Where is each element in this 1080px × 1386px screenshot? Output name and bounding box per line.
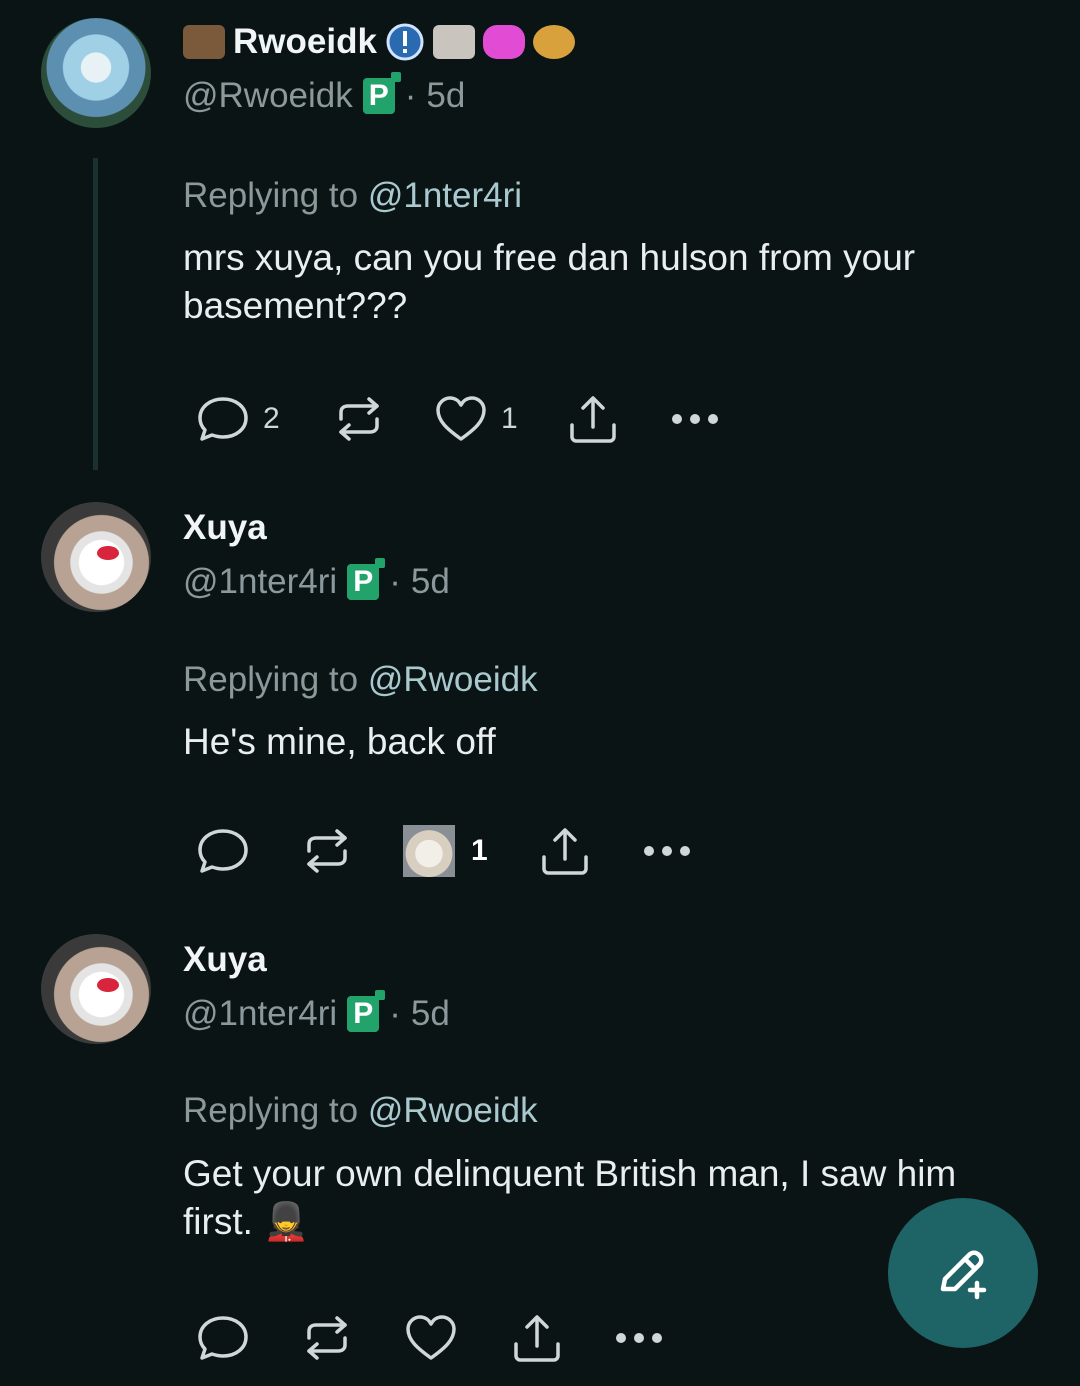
share-icon bbox=[570, 396, 616, 443]
pink-creature-emoji-icon bbox=[482, 25, 525, 59]
timestamp: 5d bbox=[426, 76, 466, 115]
handle[interactable]: @Rwoeidk bbox=[183, 76, 353, 116]
like-count: 1 bbox=[471, 834, 488, 867]
more-icon bbox=[644, 846, 690, 856]
emoji-badge-icon bbox=[183, 25, 225, 59]
avatar[interactable] bbox=[41, 934, 151, 1044]
bow-decoration bbox=[97, 546, 119, 560]
more-icon bbox=[672, 414, 718, 424]
like-count: 1 bbox=[501, 402, 518, 435]
mention-link[interactable]: @Rwoeidk bbox=[368, 660, 538, 699]
replying-label: Replying to bbox=[183, 660, 359, 699]
cat-emoji-icon bbox=[432, 25, 475, 59]
puppy-reaction-icon bbox=[403, 825, 455, 877]
repost-icon bbox=[307, 1316, 347, 1360]
reply-button[interactable] bbox=[195, 1310, 301, 1366]
info-badge-icon bbox=[386, 23, 424, 61]
coffee-emoji-icon bbox=[532, 25, 575, 59]
reply-icon bbox=[198, 397, 248, 441]
compose-icon bbox=[940, 1250, 987, 1300]
separator: · bbox=[389, 562, 401, 601]
like-icon bbox=[436, 396, 486, 441]
repost-icon bbox=[307, 829, 347, 873]
more-button[interactable] bbox=[669, 409, 721, 429]
action-bar bbox=[195, 1310, 665, 1366]
more-button[interactable] bbox=[613, 1328, 665, 1348]
share-button[interactable] bbox=[509, 1310, 613, 1366]
p-badge-icon: P bbox=[362, 72, 401, 114]
thread-line bbox=[93, 158, 98, 470]
compose-button[interactable] bbox=[888, 1198, 1038, 1348]
more-icon bbox=[616, 1333, 662, 1343]
repost-button[interactable] bbox=[333, 393, 433, 445]
reply-button[interactable]: 2 bbox=[195, 391, 333, 447]
display-name[interactable]: Xuya bbox=[183, 940, 267, 980]
avatar[interactable] bbox=[41, 502, 151, 612]
mention-link[interactable]: @1nter4ri bbox=[368, 176, 522, 215]
more-button[interactable] bbox=[641, 841, 693, 861]
like-button[interactable] bbox=[403, 1310, 509, 1366]
post-text: Get your own delinquent British man, I s… bbox=[183, 1153, 957, 1242]
display-name[interactable]: Xuya bbox=[183, 508, 267, 548]
display-name[interactable]: Rwoeidk bbox=[233, 22, 377, 62]
like-icon bbox=[406, 1315, 456, 1360]
post-text: He's mine, back off bbox=[183, 721, 496, 762]
repost-button[interactable] bbox=[301, 1312, 403, 1364]
replying-to: Replying to @Rwoeidk bbox=[183, 1091, 538, 1131]
handle[interactable]: @1nter4ri bbox=[183, 994, 337, 1034]
reply-icon bbox=[198, 1316, 248, 1360]
reply-button[interactable] bbox=[195, 823, 301, 879]
reply-count: 2 bbox=[263, 402, 280, 435]
avatar[interactable] bbox=[41, 18, 151, 128]
share-button[interactable] bbox=[537, 823, 641, 879]
replying-to: Replying to @1nter4ri bbox=[183, 176, 522, 216]
reply-icon bbox=[198, 829, 248, 873]
repost-button[interactable] bbox=[301, 825, 403, 877]
share-button[interactable] bbox=[565, 391, 669, 447]
separator: · bbox=[404, 76, 417, 115]
like-button[interactable]: 1 bbox=[403, 825, 537, 877]
timestamp: 5d bbox=[410, 562, 450, 601]
replying-label: Replying to bbox=[183, 176, 359, 215]
p-badge-icon: P bbox=[347, 558, 386, 600]
bow-decoration bbox=[97, 978, 119, 992]
like-button[interactable]: 1 bbox=[433, 391, 565, 447]
p-badge-icon: P bbox=[347, 990, 386, 1032]
repost-icon bbox=[339, 397, 379, 441]
post-text: mrs xuya, can you free dan hulson from y… bbox=[183, 237, 916, 326]
timestamp: 5d bbox=[410, 994, 450, 1033]
replying-label: Replying to bbox=[183, 1091, 359, 1130]
share-icon bbox=[542, 828, 588, 875]
action-bar: 1 bbox=[195, 823, 693, 879]
handle[interactable]: @1nter4ri bbox=[183, 562, 337, 602]
separator: · bbox=[389, 994, 401, 1033]
mention-link[interactable]: @Rwoeidk bbox=[368, 1091, 538, 1130]
replying-to: Replying to @Rwoeidk bbox=[183, 660, 538, 700]
action-bar: 2 1 bbox=[195, 391, 721, 447]
share-icon bbox=[514, 1315, 560, 1362]
